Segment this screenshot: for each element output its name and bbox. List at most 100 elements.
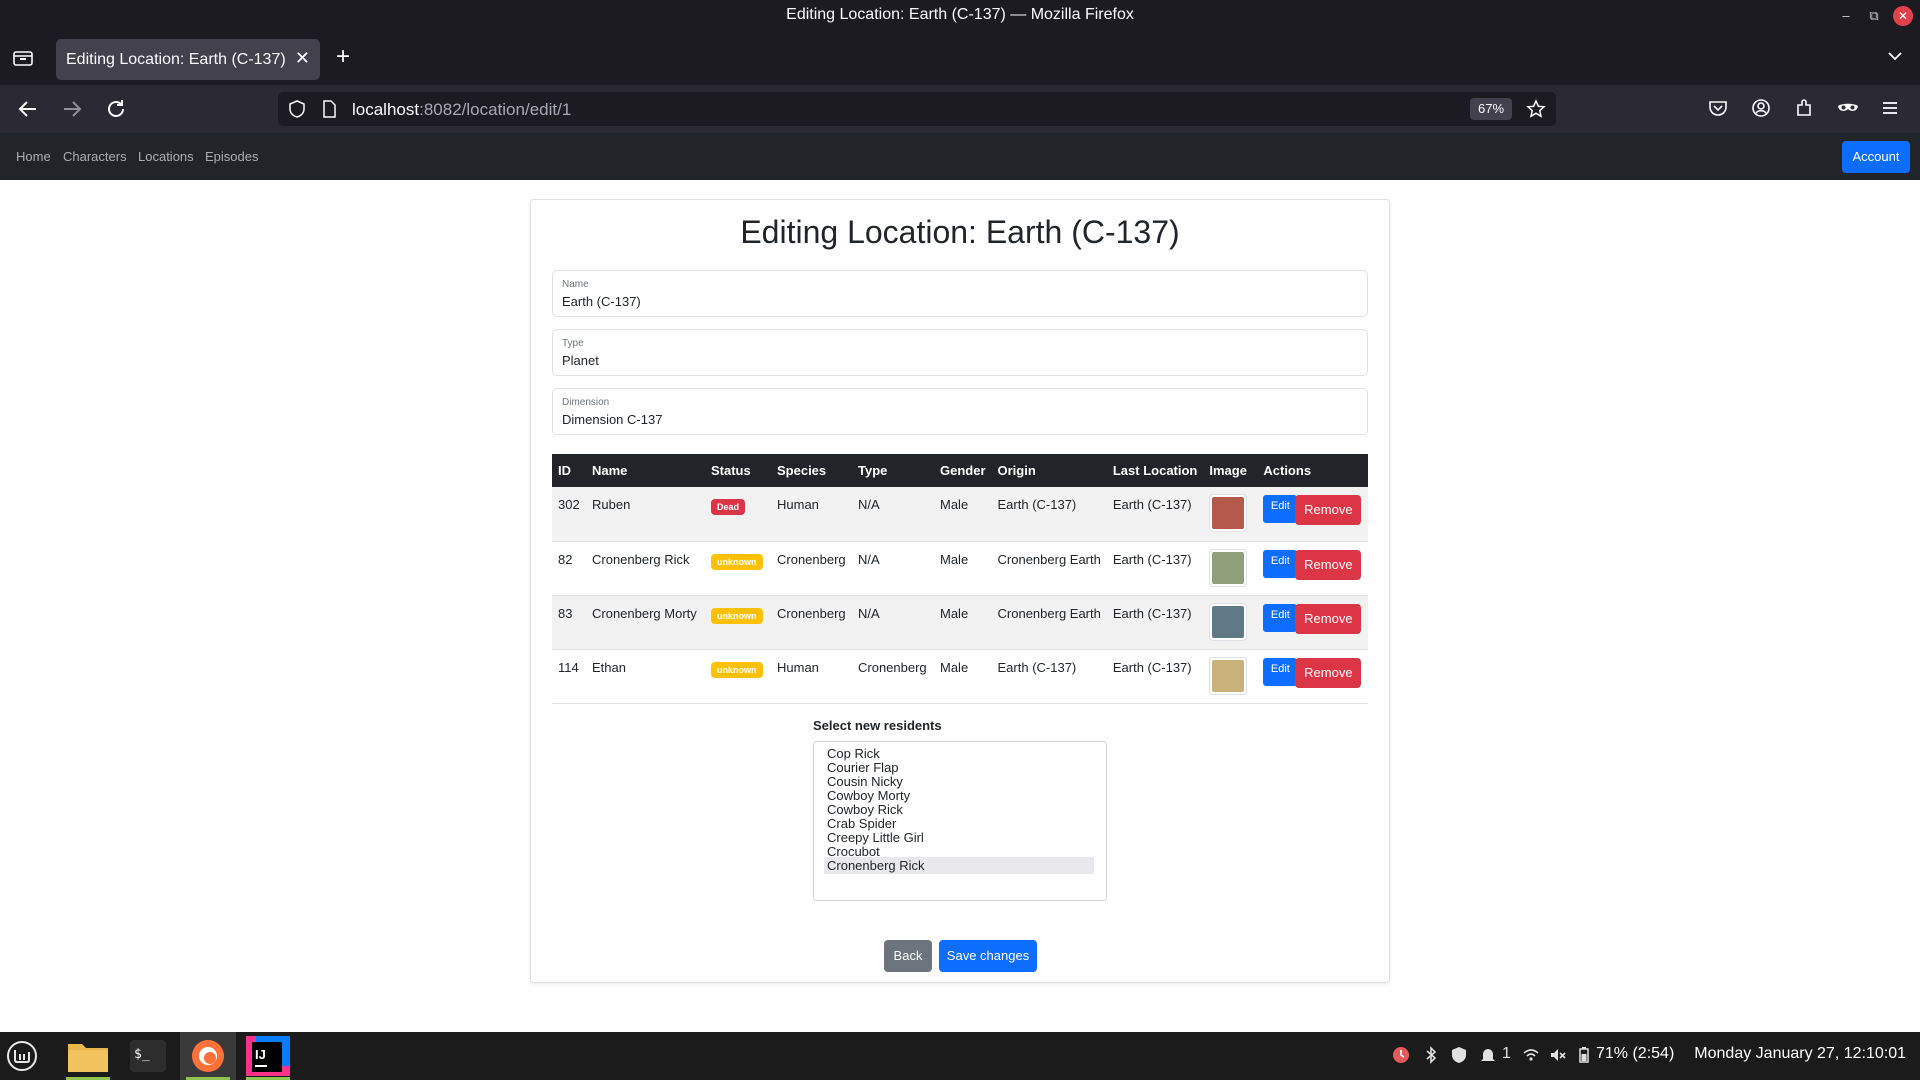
browser-tab-active[interactable]: Editing Location: Earth (C-137) ✕ [56, 39, 320, 80]
table-row: 83 Cronenberg Morty unknown Cronenberg N… [552, 595, 1368, 650]
nav-link-characters[interactable]: Characters [63, 149, 127, 164]
cell-gender: Male [934, 487, 992, 542]
cell-status: unknown [705, 649, 771, 704]
cell-type: N/A [852, 595, 934, 650]
cell-id: 82 [552, 541, 586, 596]
cell-species: Cronenberg [771, 541, 852, 596]
remove-button[interactable]: Remove [1295, 495, 1362, 525]
list-all-tabs-icon[interactable] [1886, 47, 1904, 70]
column-header-id: ID [552, 454, 586, 487]
notifications-icon[interactable] [1480, 1046, 1496, 1069]
volume-muted-icon[interactable] [1549, 1046, 1567, 1069]
minimize-icon[interactable]: – [1836, 6, 1856, 26]
edit-button[interactable]: Edit [1263, 549, 1298, 578]
residents-option-partial[interactable] [824, 742, 1094, 743]
remove-button[interactable]: Remove [1295, 603, 1362, 634]
new-tab-icon[interactable]: + [336, 45, 350, 69]
column-header-name: Name [586, 454, 705, 487]
svg-text:$_: $_ [134, 1047, 150, 1062]
status-badge: Dead [711, 499, 746, 515]
tab-close-icon[interactable]: ✕ [295, 48, 310, 69]
cell-actions: Edit Remove [1257, 595, 1368, 650]
back-button[interactable]: Back [884, 940, 932, 972]
nav-link-episodes[interactable]: Episodes [205, 149, 258, 164]
cell-origin: Cronenberg Earth [991, 541, 1107, 596]
cell-actions: Edit Remove [1257, 649, 1368, 704]
residents-option-selected[interactable]: Cronenberg Rick [824, 857, 1094, 874]
cell-image [1203, 649, 1258, 704]
type-field-value[interactable]: Planet [562, 353, 599, 368]
status-badge: unknown [711, 661, 763, 678]
cell-last-location: Earth (C-137) [1106, 595, 1204, 650]
dimension-field-label: Dimension [562, 397, 610, 408]
file-manager-icon[interactable] [60, 1032, 116, 1080]
cell-actions: Edit Remove [1257, 541, 1368, 596]
table-header-row: ID Name Status Species Type Gender Origi… [552, 454, 1368, 487]
edit-button[interactable]: Edit [1263, 495, 1298, 523]
account-circle-icon[interactable] [1750, 97, 1774, 121]
window-titlebar: Editing Location: Earth (C-137) — Mozill… [0, 0, 1920, 31]
nav-link-home[interactable]: Home [16, 149, 51, 164]
residents-multiselect[interactable]: Cop Rick Courier Flap Cousin Nicky Cowbo… [813, 741, 1107, 901]
type-field[interactable]: Type Planet [552, 329, 1368, 376]
firefox-view-icon[interactable] [12, 47, 34, 69]
notifications-count: 1 [1502, 1045, 1511, 1062]
character-thumbnail [1209, 656, 1248, 695]
pocket-icon[interactable] [1707, 97, 1731, 121]
column-header-image: Image [1203, 454, 1258, 487]
save-changes-button[interactable]: Save changes [939, 940, 1037, 972]
zoom-level-button[interactable]: 67% [1470, 98, 1512, 120]
firefox-taskbar-icon[interactable] [180, 1032, 236, 1080]
cell-last-location: Earth (C-137) [1106, 541, 1204, 596]
account-button[interactable]: Account [1842, 141, 1910, 173]
update-manager-icon[interactable] [1392, 1046, 1410, 1069]
cell-origin: Earth (C-137) [991, 487, 1107, 542]
wifi-icon[interactable] [1522, 1046, 1540, 1069]
url-bar[interactable]: localhost:8082/location/edit/1 67% [278, 92, 1556, 126]
intellij-icon[interactable]: IJ [240, 1032, 296, 1080]
cell-gender: Male [934, 541, 992, 596]
edit-button[interactable]: Edit [1263, 603, 1298, 632]
page-info-icon[interactable] [320, 100, 338, 123]
maximize-icon[interactable]: ⧉ [1864, 6, 1884, 26]
remove-button[interactable]: Remove [1295, 549, 1362, 580]
cell-status: unknown [705, 595, 771, 650]
battery-icon[interactable] [1578, 1046, 1590, 1069]
cell-image [1203, 595, 1258, 650]
extensions-icon[interactable] [1793, 97, 1817, 121]
character-avatar [1212, 551, 1245, 584]
status-badge: unknown [711, 553, 763, 570]
private-mask-icon[interactable] [1836, 97, 1860, 121]
cell-status: Dead [705, 487, 771, 542]
bookmark-star-icon[interactable] [1526, 99, 1546, 124]
terminal-icon[interactable]: $_ [120, 1032, 176, 1080]
start-menu-icon[interactable] [0, 1032, 56, 1080]
reload-icon[interactable] [104, 97, 128, 121]
character-thumbnail [1209, 548, 1248, 587]
edit-button[interactable]: Edit [1263, 657, 1298, 686]
nav-link-locations[interactable]: Locations [138, 149, 194, 164]
cell-last-location: Earth (C-137) [1106, 487, 1204, 542]
name-field-value[interactable]: Earth (C-137) [562, 294, 641, 309]
cell-gender: Male [934, 649, 992, 704]
cell-id: 302 [552, 487, 586, 542]
name-field[interactable]: Name Earth (C-137) [552, 270, 1368, 317]
dimension-field[interactable]: Dimension Dimension C-137 [552, 388, 1368, 435]
forward-arrow-icon[interactable] [60, 97, 84, 121]
column-header-status: Status [705, 454, 771, 487]
back-arrow-icon[interactable] [16, 97, 40, 121]
close-window-icon[interactable]: ✕ [1893, 6, 1913, 26]
cell-type: N/A [852, 541, 934, 596]
hamburger-menu-icon[interactable] [1879, 97, 1903, 121]
character-avatar [1212, 659, 1245, 692]
clock[interactable]: Monday January 27, 12:10:01 [1694, 1045, 1906, 1063]
security-shield-icon[interactable] [1451, 1046, 1467, 1069]
cell-origin: Cronenberg Earth [991, 595, 1107, 650]
tracking-shield-icon[interactable] [288, 100, 306, 123]
dimension-field-value[interactable]: Dimension C-137 [562, 412, 662, 427]
remove-button[interactable]: Remove [1295, 657, 1362, 688]
url-text[interactable]: localhost:8082/location/edit/1 [352, 100, 571, 120]
tab-title: Editing Location: Earth (C-137) [66, 51, 286, 68]
table-row: 114 Ethan unknown Human Cronenberg Male … [552, 649, 1368, 704]
bluetooth-icon[interactable] [1424, 1046, 1438, 1069]
